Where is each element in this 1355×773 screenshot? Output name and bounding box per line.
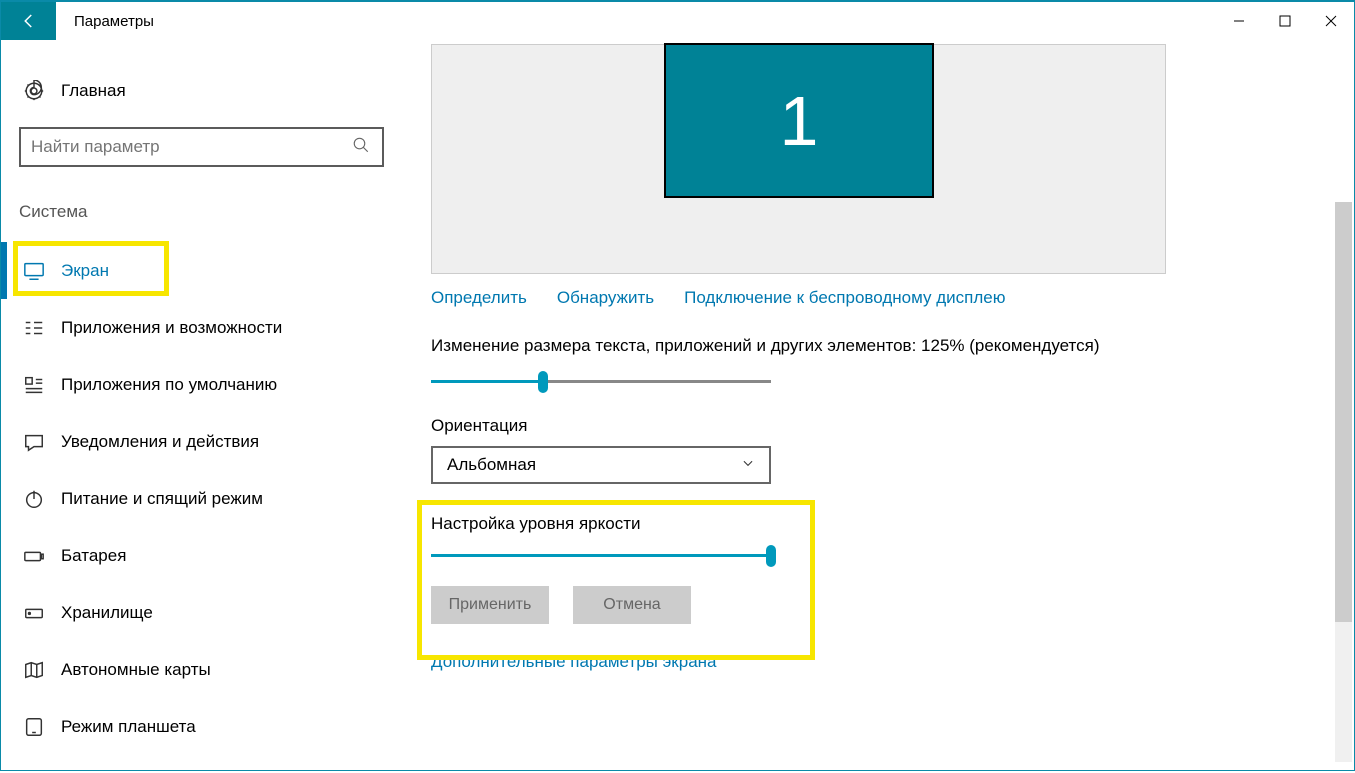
wireless-display-link[interactable]: Подключение к беспроводному дисплею [684,288,1005,308]
power-icon [23,488,45,510]
scrollbar-thumb[interactable] [1335,202,1352,622]
sidebar-item-display[interactable]: Экран [17,242,396,299]
sidebar-item-label: Автономные карты [61,660,211,680]
sidebar: Главная Система Экран Приложения и возмо… [1,40,396,773]
arrow-left-icon [20,12,38,30]
window-title: Параметры [74,13,154,30]
close-button[interactable] [1308,2,1354,40]
scale-label: Изменение размера текста, приложений и д… [431,336,1354,356]
monitor-1[interactable]: 1 [664,43,934,198]
tablet-icon [23,716,45,738]
sidebar-home[interactable]: Главная [17,70,396,112]
orientation-label: Ориентация [431,416,1354,436]
back-button[interactable] [1,2,56,40]
sidebar-item-notifications[interactable]: Уведомления и действия [17,413,396,470]
search-icon [352,136,370,158]
sidebar-item-label: Питание и спящий режим [61,489,263,509]
sidebar-item-label: Уведомления и действия [61,432,259,452]
sidebar-item-label: Батарея [61,546,126,566]
slider-thumb[interactable] [538,371,548,393]
advanced-display-link[interactable]: Дополнительные параметры экрана [431,652,1354,672]
sidebar-item-default-apps[interactable]: Приложения по умолчанию [17,356,396,413]
orientation-dropdown[interactable]: Альбомная [431,446,771,484]
sidebar-home-label: Главная [61,81,126,101]
sidebar-item-offline-maps[interactable]: Автономные карты [17,641,396,698]
minimize-button[interactable] [1216,2,1262,40]
display-arrangement-canvas[interactable]: 1 [431,44,1166,274]
notifications-icon [23,431,45,453]
orientation-value: Альбомная [447,455,536,475]
sidebar-item-apps-features[interactable]: Приложения и возможности [17,299,396,356]
sidebar-section-header: Система [17,192,396,232]
sidebar-item-label: Экран [61,261,109,281]
slider-thumb[interactable] [766,545,776,567]
titlebar: Параметры [1,2,1354,40]
gear-icon [23,80,45,102]
battery-icon [23,545,45,567]
cancel-button[interactable]: Отмена [573,586,691,624]
chevron-down-icon [741,455,755,475]
sidebar-item-label: Приложения по умолчанию [61,375,277,395]
main-content: 1 Определить Обнаружить Подключение к бе… [396,40,1354,773]
window-controls [1216,2,1354,40]
map-icon [23,659,45,681]
sidebar-item-label: Приложения и возможности [61,318,282,338]
maximize-button[interactable] [1262,2,1308,40]
sidebar-item-storage[interactable]: Хранилище [17,584,396,641]
sidebar-item-power-sleep[interactable]: Питание и спящий режим [17,470,396,527]
detect-link[interactable]: Обнаружить [557,288,654,308]
apply-button[interactable]: Применить [431,586,549,624]
sidebar-item-label: Режим планшета [61,717,196,737]
slider-fill [431,380,543,383]
sidebar-item-tablet-mode[interactable]: Режим планшета [17,698,396,755]
default-apps-icon [23,374,45,396]
identify-link[interactable]: Определить [431,288,527,308]
sidebar-item-battery[interactable]: Батарея [17,527,396,584]
search-input[interactable] [31,137,372,157]
display-icon [23,260,45,282]
brightness-slider[interactable] [431,544,771,568]
apps-icon [23,317,45,339]
search-box[interactable] [19,127,384,167]
scale-slider[interactable] [431,370,771,394]
sidebar-item-label: Хранилище [61,603,153,623]
storage-icon [23,602,45,624]
brightness-label: Настройка уровня яркости [431,514,1354,534]
slider-fill [431,554,771,557]
